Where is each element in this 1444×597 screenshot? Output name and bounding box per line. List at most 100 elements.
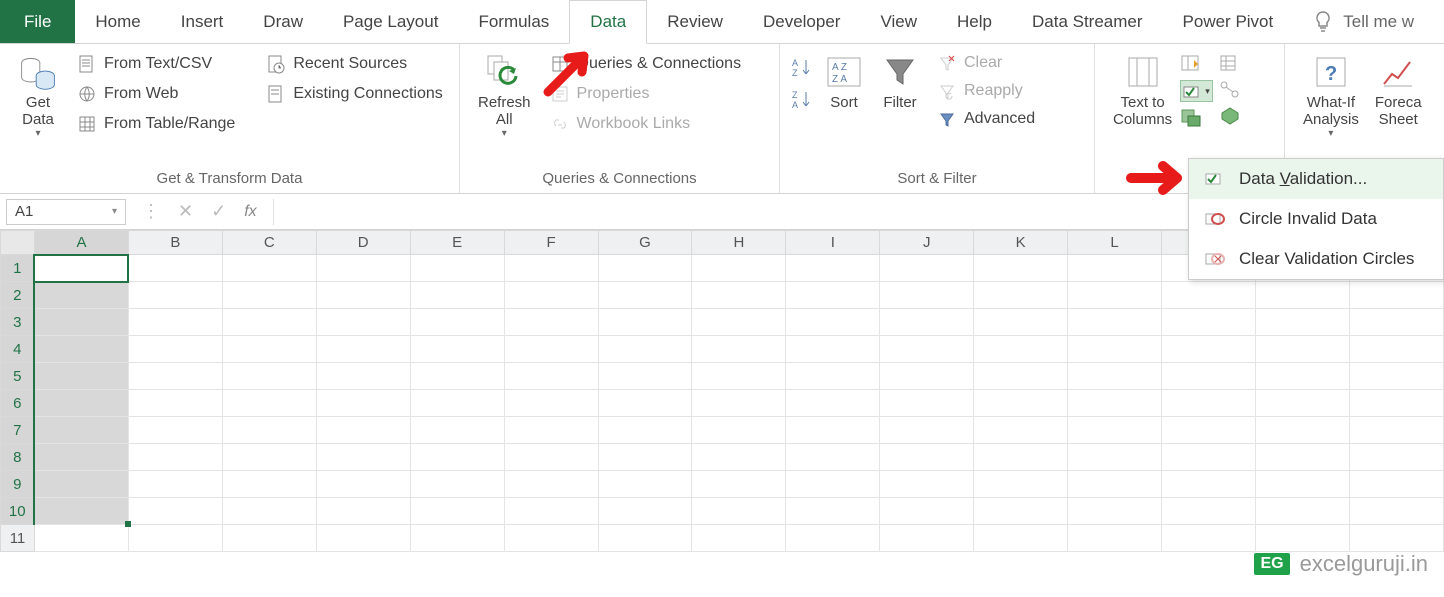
cell-I5[interactable] (786, 363, 880, 390)
forecast-sheet-button[interactable]: Foreca Sheet (1367, 50, 1430, 130)
cell-O10[interactable] (1349, 498, 1443, 525)
cell-G7[interactable] (598, 417, 692, 444)
cell-K7[interactable] (974, 417, 1068, 444)
tab-file[interactable]: File (0, 0, 75, 43)
cell-M8[interactable] (1162, 444, 1256, 471)
cell-K10[interactable] (974, 498, 1068, 525)
cell-N9[interactable] (1255, 471, 1349, 498)
column-header-I[interactable]: I (786, 231, 880, 255)
cell-I1[interactable] (786, 255, 880, 282)
cell-H5[interactable] (692, 363, 786, 390)
cell-E3[interactable] (410, 309, 504, 336)
menu-data-validation[interactable]: Data Validation... (1189, 159, 1443, 199)
cell-D3[interactable] (316, 309, 410, 336)
cell-F6[interactable] (504, 390, 598, 417)
cell-N11[interactable] (1255, 525, 1349, 552)
cell-B10[interactable] (128, 498, 222, 525)
from-table-range-button[interactable]: From Table/Range (72, 110, 241, 138)
filter-button[interactable]: Filter (872, 50, 928, 113)
cell-K1[interactable] (974, 255, 1068, 282)
remove-duplicates-button[interactable] (1219, 54, 1241, 74)
cell-A3[interactable] (34, 309, 128, 336)
tab-insert[interactable]: Insert (161, 0, 244, 43)
cell-C8[interactable] (222, 444, 316, 471)
cell-D10[interactable] (316, 498, 410, 525)
cell-G3[interactable] (598, 309, 692, 336)
cell-H7[interactable] (692, 417, 786, 444)
cell-L9[interactable] (1068, 471, 1162, 498)
cell-L5[interactable] (1068, 363, 1162, 390)
column-header-A[interactable]: A (34, 231, 128, 255)
cell-E8[interactable] (410, 444, 504, 471)
cell-B9[interactable] (128, 471, 222, 498)
column-header-K[interactable]: K (974, 231, 1068, 255)
from-text-csv-button[interactable]: From Text/CSV (72, 50, 241, 78)
cell-O4[interactable] (1349, 336, 1443, 363)
sort-button[interactable]: A ZZ A Sort (816, 50, 872, 113)
cell-N5[interactable] (1255, 363, 1349, 390)
cell-B8[interactable] (128, 444, 222, 471)
data-validation-split-button[interactable]: ▾ (1180, 80, 1213, 102)
cell-G10[interactable] (598, 498, 692, 525)
row-header-6[interactable]: 6 (1, 390, 35, 417)
cell-L4[interactable] (1068, 336, 1162, 363)
cell-O3[interactable] (1349, 309, 1443, 336)
cell-M10[interactable] (1162, 498, 1256, 525)
row-header-3[interactable]: 3 (1, 309, 35, 336)
cell-K6[interactable] (974, 390, 1068, 417)
cell-G4[interactable] (598, 336, 692, 363)
tab-developer[interactable]: Developer (743, 0, 861, 43)
cell-A7[interactable] (34, 417, 128, 444)
cell-C2[interactable] (222, 282, 316, 309)
cell-C7[interactable] (222, 417, 316, 444)
cell-L10[interactable] (1068, 498, 1162, 525)
row-header-10[interactable]: 10 (1, 498, 35, 525)
cell-L11[interactable] (1068, 525, 1162, 552)
cell-J6[interactable] (880, 390, 974, 417)
data-model-button[interactable] (1219, 106, 1241, 126)
cell-A9[interactable] (34, 471, 128, 498)
cell-D1[interactable] (316, 255, 410, 282)
cell-J10[interactable] (880, 498, 974, 525)
cell-N4[interactable] (1255, 336, 1349, 363)
cell-D4[interactable] (316, 336, 410, 363)
cell-J5[interactable] (880, 363, 974, 390)
cell-J8[interactable] (880, 444, 974, 471)
cell-F8[interactable] (504, 444, 598, 471)
cell-F9[interactable] (504, 471, 598, 498)
cell-L6[interactable] (1068, 390, 1162, 417)
cell-O2[interactable] (1349, 282, 1443, 309)
cell-C3[interactable] (222, 309, 316, 336)
cell-E9[interactable] (410, 471, 504, 498)
cell-M4[interactable] (1162, 336, 1256, 363)
consolidate-button[interactable] (1180, 108, 1213, 128)
cell-O9[interactable] (1349, 471, 1443, 498)
cell-D7[interactable] (316, 417, 410, 444)
tell-me-search[interactable]: Tell me w (1313, 0, 1414, 43)
cell-B2[interactable] (128, 282, 222, 309)
cell-N7[interactable] (1255, 417, 1349, 444)
cell-J3[interactable] (880, 309, 974, 336)
column-header-L[interactable]: L (1068, 231, 1162, 255)
cell-D6[interactable] (316, 390, 410, 417)
cell-K8[interactable] (974, 444, 1068, 471)
cell-D2[interactable] (316, 282, 410, 309)
cell-C4[interactable] (222, 336, 316, 363)
cell-I11[interactable] (786, 525, 880, 552)
cell-F5[interactable] (504, 363, 598, 390)
cell-K9[interactable] (974, 471, 1068, 498)
cell-L2[interactable] (1068, 282, 1162, 309)
cell-L7[interactable] (1068, 417, 1162, 444)
row-header-5[interactable]: 5 (1, 363, 35, 390)
cell-D8[interactable] (316, 444, 410, 471)
tab-page-layout[interactable]: Page Layout (323, 0, 458, 43)
cell-O6[interactable] (1349, 390, 1443, 417)
column-header-E[interactable]: E (410, 231, 504, 255)
cell-E1[interactable] (410, 255, 504, 282)
cell-E5[interactable] (410, 363, 504, 390)
what-if-analysis-button[interactable]: ? What-If Analysis ▾ (1295, 50, 1367, 141)
cell-I6[interactable] (786, 390, 880, 417)
column-header-B[interactable]: B (128, 231, 222, 255)
row-header-4[interactable]: 4 (1, 336, 35, 363)
cell-M5[interactable] (1162, 363, 1256, 390)
